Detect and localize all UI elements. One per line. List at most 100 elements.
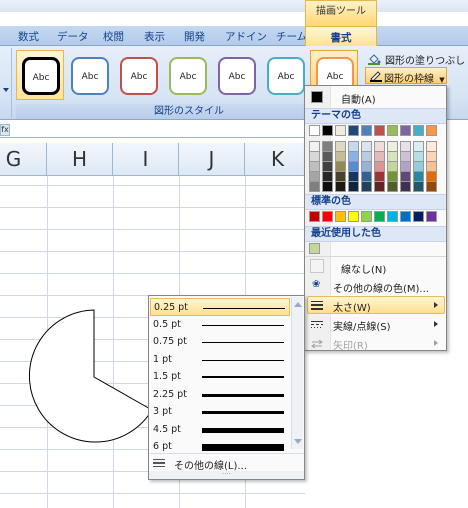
standard-color-swatch[interactable] (387, 211, 398, 222)
column-header-g[interactable]: G (0, 143, 47, 176)
column-header-h[interactable]: H (47, 143, 113, 176)
formula-bar[interactable] (0, 122, 305, 138)
theme-shade-swatch[interactable] (387, 181, 398, 192)
theme-shade-swatch[interactable] (309, 181, 320, 192)
line-weight-option[interactable]: 0.5 pt (150, 316, 290, 334)
scroll-up-icon[interactable] (294, 302, 302, 307)
standard-color-swatch[interactable] (413, 211, 424, 222)
arrow-style-icon (311, 339, 323, 349)
line-weight-option[interactable]: 1 pt (150, 351, 290, 369)
dash-style-icon (311, 321, 323, 328)
recent-colors-header: 最近使用した色 (305, 226, 446, 242)
line-weight-label: 1 pt (153, 353, 172, 365)
tab-review[interactable]: 校閲 (103, 29, 124, 44)
tab-team[interactable]: チーム (276, 29, 307, 44)
line-weight-option[interactable]: 0.25 pt (150, 298, 290, 316)
standard-color-swatch[interactable] (322, 211, 333, 222)
theme-color-swatch[interactable] (387, 125, 398, 136)
theme-shade-swatch[interactable] (374, 181, 385, 192)
automatic-color-option[interactable]: 自動(A) (341, 91, 376, 106)
submenu-arrow-icon (434, 340, 438, 346)
submenu-arrow-icon (434, 321, 438, 327)
standard-color-swatch[interactable] (400, 211, 411, 222)
column-header-row: G H I J K (0, 143, 311, 176)
line-weight-option[interactable]: 4.5 pt (150, 421, 290, 439)
shape-style-preview: Abc (218, 57, 256, 95)
shape-style-option[interactable]: Abc (65, 50, 113, 100)
chevron-down-icon: ▼ (439, 76, 445, 84)
standard-colors-header: 標準の色 (305, 194, 446, 210)
submenu-arrow-icon (434, 302, 438, 308)
standard-color-swatch[interactable] (426, 211, 437, 222)
color-palette-icon: ❀ (312, 279, 321, 290)
ribbon-group-stub (0, 48, 12, 118)
line-weight-option[interactable]: 0.75 pt (150, 333, 290, 351)
shape-outline-button[interactable]: 図形の枠線 ▼ (365, 67, 447, 85)
pie-shape[interactable] (24, 308, 154, 444)
standard-color-swatch[interactable] (361, 211, 372, 222)
theme-shade-swatch[interactable] (426, 181, 437, 192)
theme-shade-swatch[interactable] (348, 181, 359, 192)
line-weight-label: 0.25 pt (154, 302, 188, 313)
standard-color-swatch[interactable] (335, 211, 346, 222)
shape-fill-button[interactable]: 図形の塗りつぶし ▼ (367, 52, 467, 77)
scroll-down-icon[interactable] (294, 439, 302, 444)
shape-style-option[interactable]: Abc (16, 50, 64, 100)
dashes-option[interactable]: 実線/点線(S) (333, 318, 391, 333)
line-weight-label: 2.25 pt (153, 388, 187, 400)
theme-color-swatch[interactable] (361, 125, 372, 136)
line-weight-option[interactable]: 3 pt (150, 403, 290, 421)
theme-shade-swatch[interactable] (413, 181, 424, 192)
line-weight-label: 6 pt (153, 441, 172, 452)
theme-shade-swatch[interactable] (400, 181, 411, 192)
theme-color-swatch[interactable] (400, 125, 411, 136)
weight-menu-item[interactable] (307, 296, 445, 314)
tab-data[interactable]: データ (57, 29, 89, 44)
more-lines-item[interactable]: その他の線(L)... (149, 453, 304, 472)
tab-format[interactable]: 書式 (305, 26, 377, 47)
shape-outline-label: 図形の枠線 (384, 74, 434, 85)
theme-color-swatch[interactable] (413, 125, 424, 136)
shape-style-option[interactable]: Abc (163, 50, 211, 100)
theme-color-swatch[interactable] (374, 125, 385, 136)
standard-color-swatch[interactable] (374, 211, 385, 222)
tab-addins[interactable]: アドイン (225, 29, 267, 44)
standard-color-swatch[interactable] (309, 211, 320, 222)
line-weight-sample (202, 359, 284, 361)
column-header-j[interactable]: J (179, 143, 245, 176)
formula-fx-icon[interactable]: fx (0, 124, 10, 136)
shape-style-option[interactable]: Abc (114, 50, 162, 100)
theme-color-swatch[interactable] (335, 125, 346, 136)
recent-color-swatch[interactable] (309, 243, 320, 254)
theme-colors-header: テーマの色 (305, 108, 446, 124)
tab-formulas[interactable]: 数式 (18, 29, 39, 44)
line-weight-label: 0.5 pt (153, 318, 181, 330)
line-weight-option[interactable]: 2.25 pt (150, 386, 290, 404)
theme-color-swatch[interactable] (426, 125, 437, 136)
tab-view[interactable]: 表示 (144, 29, 165, 44)
shape-style-option[interactable]: Abc (212, 50, 260, 100)
line-weight-sample (202, 342, 284, 343)
shape-style-option[interactable]: Abc (261, 50, 309, 100)
standard-color-swatch[interactable] (348, 211, 359, 222)
no-line-option[interactable]: 線なし(N) (341, 261, 386, 276)
pen-outline-icon (370, 71, 382, 82)
column-header-k[interactable]: K (245, 143, 311, 176)
theme-shade-swatch[interactable] (322, 181, 333, 192)
weight-list-scrollbar[interactable] (291, 297, 303, 449)
line-weight-option[interactable]: 1.5 pt (150, 368, 290, 386)
dropdown-arrow-icon[interactable] (3, 88, 9, 92)
theme-shade-swatch[interactable] (335, 181, 346, 192)
resize-grip-icon[interactable]: ···· (149, 471, 304, 479)
theme-shade-swatch[interactable] (361, 181, 372, 192)
ribbon-tab-bar: 数式 データ 校閲 表示 開発 アドイン チーム 書式 (0, 26, 468, 47)
tab-developer[interactable]: 開発 (184, 29, 205, 44)
column-header-i[interactable]: I (113, 143, 179, 176)
automatic-color-swatch[interactable] (311, 91, 323, 103)
theme-color-swatch[interactable] (348, 125, 359, 136)
line-weight-sample (202, 444, 284, 451)
line-weight-label: 3 pt (153, 406, 172, 417)
theme-color-swatch[interactable] (322, 125, 333, 136)
more-line-colors-option[interactable]: その他の線の色(M)... (333, 280, 429, 295)
theme-color-swatch[interactable] (309, 125, 320, 136)
